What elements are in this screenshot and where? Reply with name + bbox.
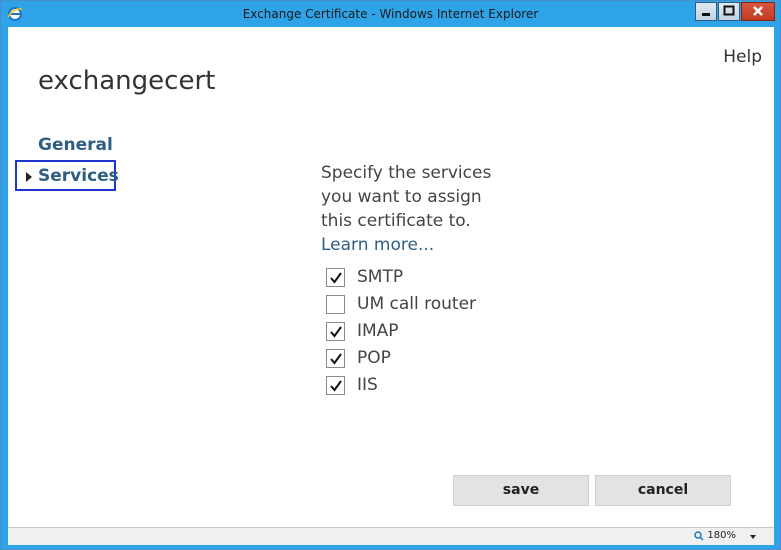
page-content: Help exchangecert General Services Speci… (8, 27, 774, 527)
zoom-icon (694, 531, 704, 541)
iis-checkbox[interactable] (326, 376, 345, 395)
help-link[interactable]: Help (723, 47, 762, 67)
checkmark-icon (330, 380, 342, 392)
close-icon (753, 6, 763, 16)
save-button[interactable]: save (453, 475, 589, 506)
smtp-checkbox[interactable] (326, 268, 345, 287)
pop-checkbox[interactable] (326, 349, 345, 368)
description-text: Specify the services you want to assign … (321, 163, 492, 231)
nav-item-general[interactable]: General (38, 135, 113, 155)
imap-label: IMAP (357, 321, 399, 341)
selected-arrow-icon (26, 172, 32, 182)
um-call-router-checkbox[interactable] (326, 295, 345, 314)
services-description: Specify the services you want to assign … (321, 161, 511, 257)
status-bar: 180% (8, 527, 774, 545)
minimize-button[interactable] (695, 2, 717, 21)
zoom-dropdown-icon[interactable] (750, 535, 756, 539)
checkmark-icon (330, 353, 342, 365)
nav-item-services[interactable]: Services (15, 160, 119, 191)
page-title: exchangecert (38, 66, 216, 96)
checkmark-icon (330, 326, 342, 338)
checkmark-icon (330, 272, 342, 284)
nav-item-services-label: Services (38, 166, 119, 186)
window-title: Exchange Certificate - Windows Internet … (242, 7, 539, 21)
maximize-button[interactable] (718, 2, 740, 21)
browser-window: Exchange Certificate - Windows Internet … (0, 0, 781, 550)
pop-label: POP (357, 348, 391, 368)
close-button[interactable] (741, 2, 775, 21)
iis-label: IIS (357, 375, 378, 395)
maximize-icon (723, 5, 735, 16)
learn-more-link[interactable]: Learn more... (321, 235, 434, 255)
smtp-label: SMTP (357, 267, 404, 287)
title-bar[interactable]: Exchange Certificate - Windows Internet … (1, 1, 780, 27)
um-call-router-label: UM call router (357, 294, 477, 314)
imap-checkbox[interactable] (326, 322, 345, 341)
minimize-icon (702, 13, 710, 16)
zoom-level[interactable]: 180% (707, 530, 736, 541)
cancel-button[interactable]: cancel (595, 475, 731, 506)
